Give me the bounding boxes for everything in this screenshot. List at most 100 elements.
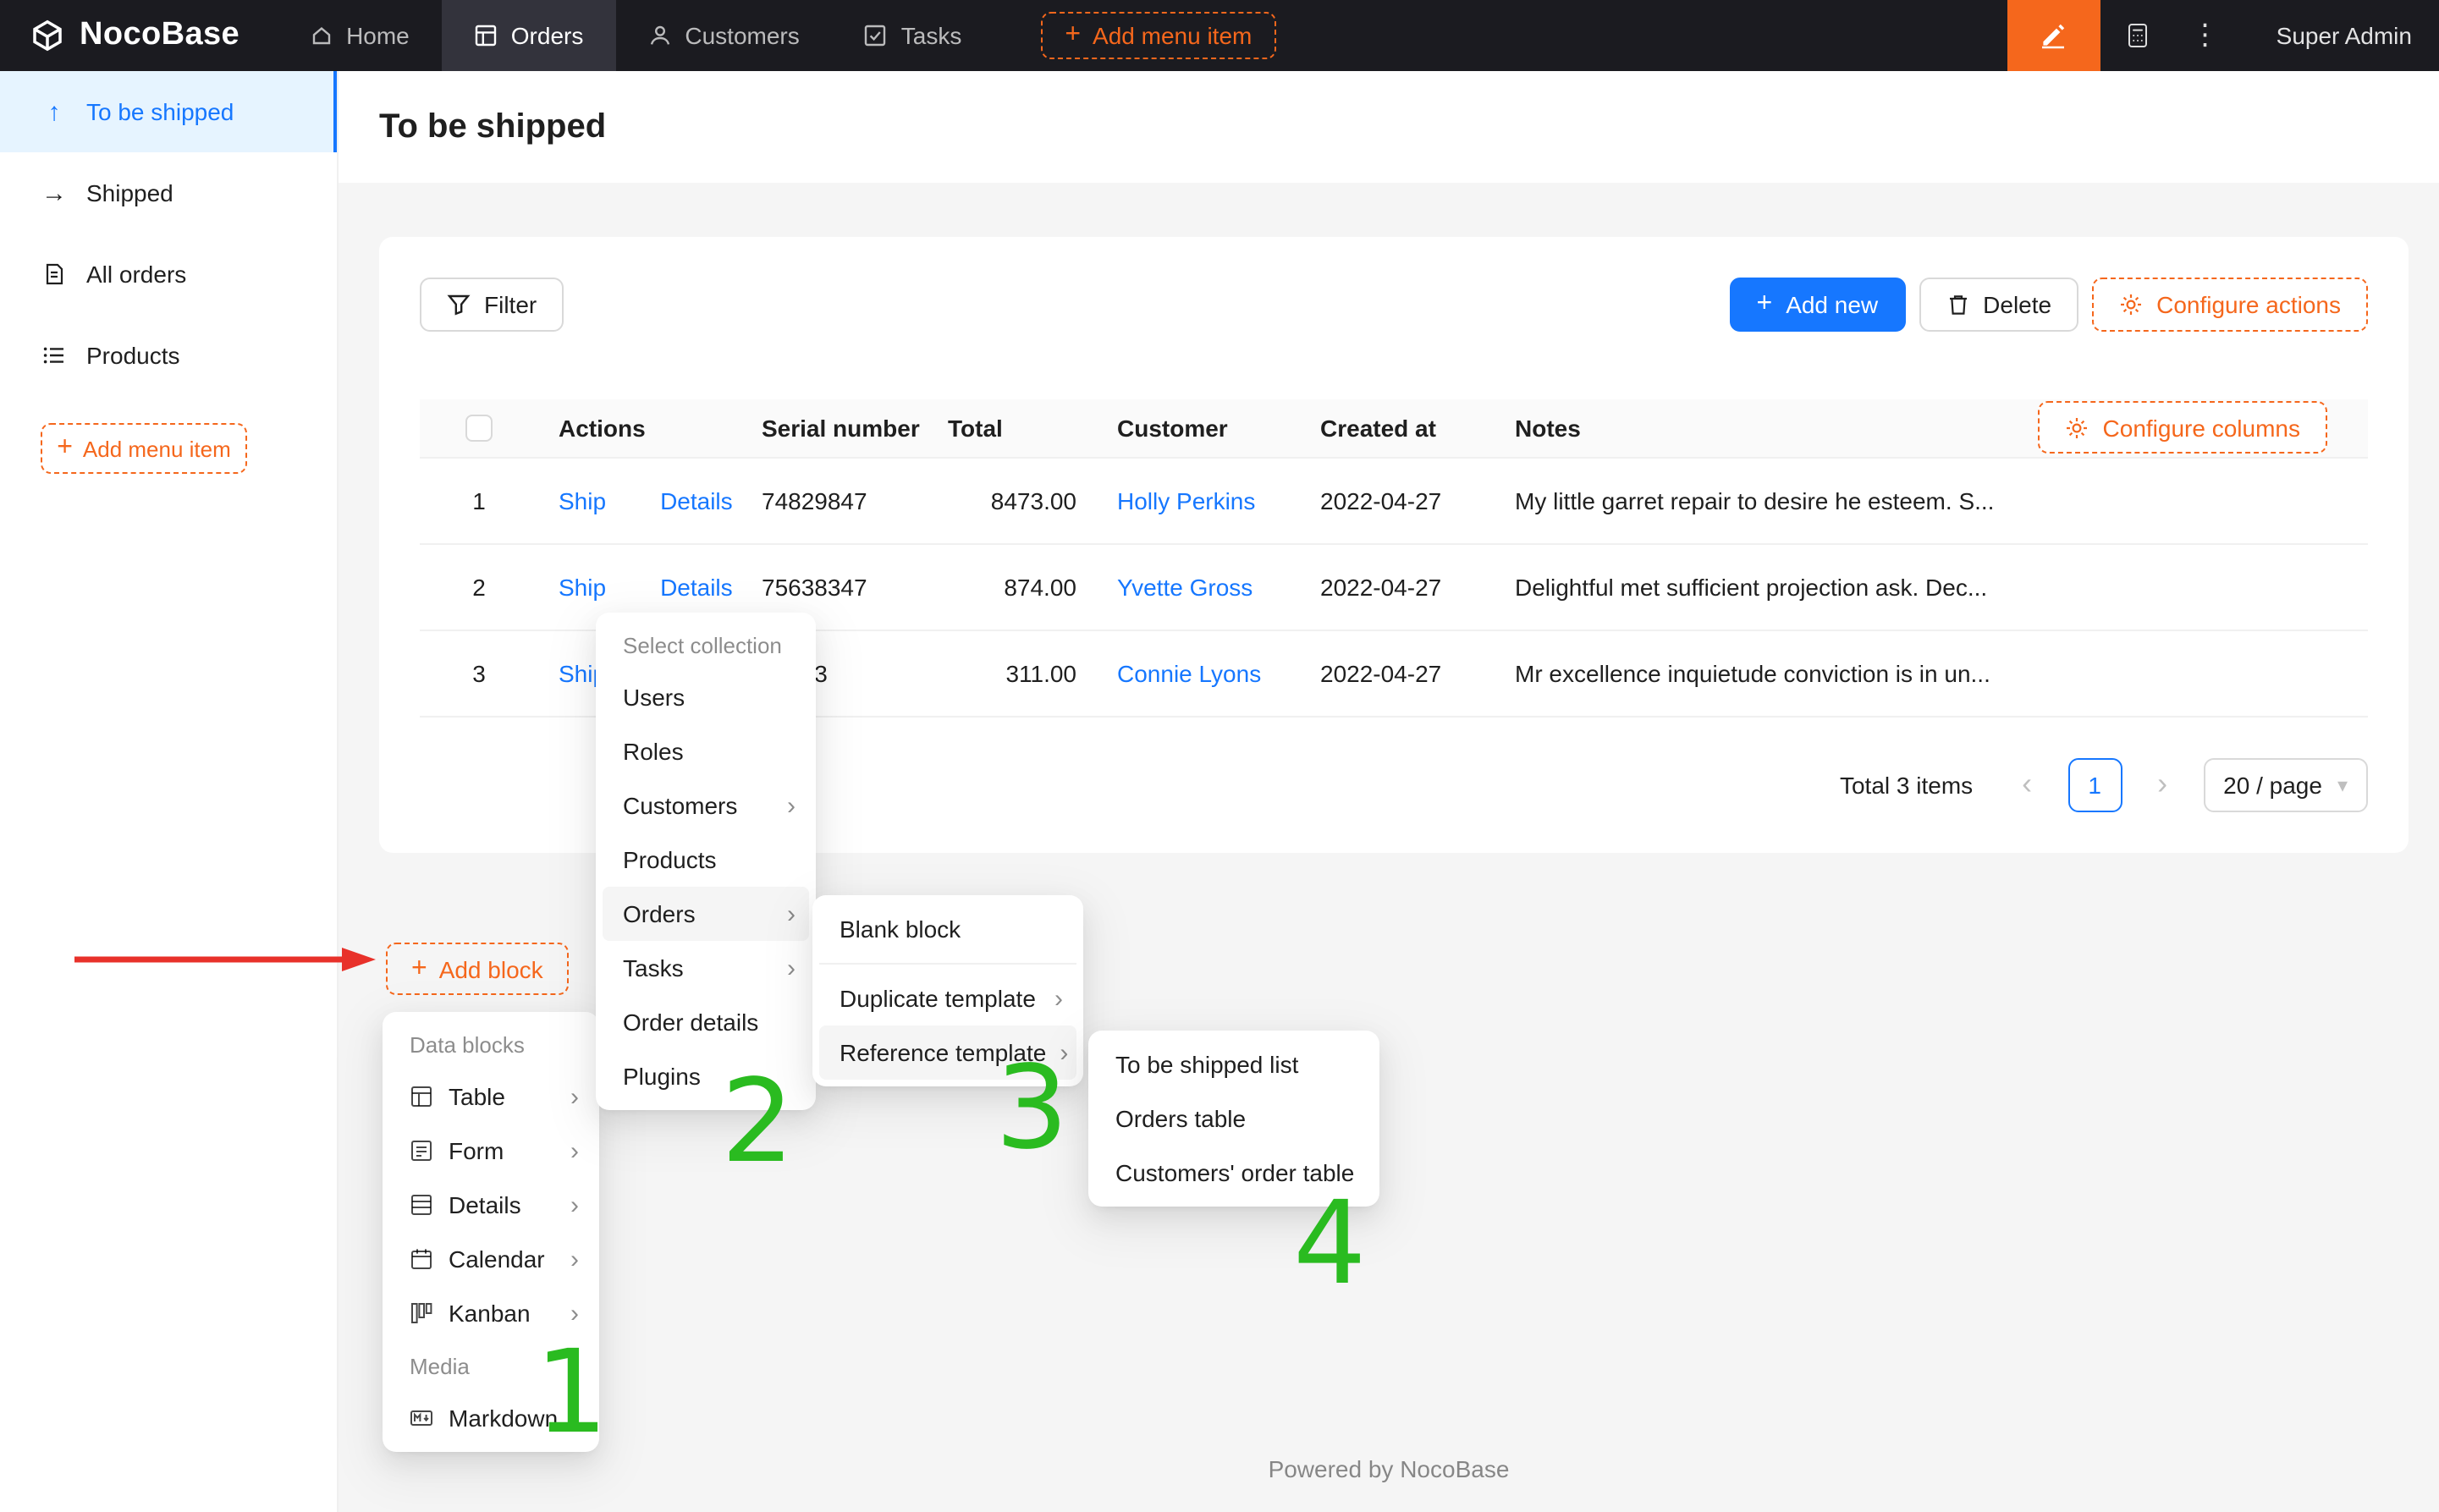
add-block-button[interactable]: + Add block [386, 943, 569, 995]
menu-item-label: Orders table [1115, 1105, 1359, 1132]
menu-item-label: Form [449, 1137, 557, 1164]
chevron-right-icon: › [570, 1138, 579, 1163]
menu-item-table[interactable]: Table › [389, 1069, 592, 1124]
customers-icon [647, 24, 671, 47]
customer-link[interactable]: Yvette Gross [1117, 573, 1253, 600]
sidebar-add-menu-item-button[interactable]: + Add menu item [41, 423, 247, 474]
form-block-icon [410, 1139, 435, 1163]
user-menu[interactable]: Super Admin [2236, 22, 2439, 49]
file-icon [41, 262, 68, 286]
page-header: To be shipped [339, 71, 2439, 183]
annotation-step-3: 3 [995, 1053, 1069, 1168]
menu-item-products[interactable]: Products [603, 833, 809, 887]
sidebar-item-label: Products [86, 342, 180, 369]
add-new-label: Add new [1786, 291, 1878, 318]
menu-item-order-details[interactable]: Order details [603, 995, 809, 1049]
orders-icon [474, 24, 498, 47]
menu-item-calendar[interactable]: Calendar › [389, 1232, 592, 1286]
filter-button[interactable]: Filter [420, 278, 564, 332]
nav-item-tasks[interactable]: Tasks [832, 0, 994, 71]
menu-item-orders[interactable]: Orders › [603, 887, 809, 941]
menu-item-label: Blank block [840, 915, 1063, 943]
caret-down-icon: ▾ [2337, 772, 2348, 796]
menu-item-orders-table[interactable]: Orders table [1095, 1091, 1373, 1146]
menu-item-form[interactable]: Form › [389, 1124, 592, 1178]
topnav-add-menu-item-label: Add menu item [1093, 22, 1252, 49]
menu-item-details[interactable]: Details › [389, 1178, 592, 1232]
page-1-button[interactable]: 1 [2067, 757, 2122, 811]
menu-item-blank-block[interactable]: Blank block [819, 902, 1076, 956]
menu-item-label: Table [449, 1083, 557, 1110]
calendar-block-icon [410, 1247, 435, 1271]
gear-icon [2066, 415, 2089, 439]
sidebar-item-products[interactable]: Products [0, 315, 337, 396]
highlighter-icon [2039, 20, 2069, 51]
next-page-button[interactable]: › [2135, 757, 2189, 811]
more-menu-button[interactable]: ⋮ [2175, 0, 2236, 71]
customer-cell: Yvette Gross [1097, 543, 1300, 630]
ship-link[interactable]: Ship [559, 487, 606, 514]
nav-item-home[interactable]: Home [277, 0, 442, 71]
kanban-block-icon [410, 1301, 435, 1325]
sidebar-item-to-be-shipped[interactable]: ↑ To be shipped [0, 71, 337, 152]
topnav-add-menu-item-button[interactable]: + Add menu item [1041, 12, 1275, 59]
configure-columns-button[interactable]: Configure columns [2039, 401, 2327, 454]
right-arrow-icon: → [41, 179, 68, 207]
row-actions: Ship Details [538, 457, 741, 543]
toolbar-right: + Add new Delete [1730, 278, 2369, 332]
ship-link[interactable]: Ship [559, 573, 606, 600]
menu-item-customers[interactable]: Customers › [603, 778, 809, 833]
topnav: NocoBase Home Orders Customers Tasks [0, 0, 2439, 71]
nav-item-customers[interactable]: Customers [615, 0, 831, 71]
annotation-step-4: 4 [1293, 1188, 1367, 1303]
col-serial-number: Serial number [741, 399, 928, 457]
sidebar-item-all-orders[interactable]: All orders [0, 234, 337, 315]
calculator-button[interactable] [2100, 0, 2175, 71]
customer-cell: Connie Lyons [1097, 630, 1300, 716]
nav-item-orders[interactable]: Orders [442, 0, 616, 71]
sidebar-item-label: To be shipped [86, 98, 234, 125]
chevron-right-icon: › [570, 1246, 579, 1272]
created-at-cell: 2022-04-27 [1300, 457, 1495, 543]
sidebar-add-menu-item-label: Add menu item [83, 436, 231, 461]
ui-editor-button[interactable] [2007, 0, 2100, 71]
total-cell: 311.00 [928, 630, 1097, 716]
chevron-right-icon: › [2157, 767, 2167, 802]
col-customer: Customer [1097, 399, 1300, 457]
customer-link[interactable]: Holly Perkins [1117, 487, 1255, 514]
select-all-checkbox[interactable] [465, 415, 493, 443]
page-title: To be shipped [379, 107, 606, 146]
add-new-button[interactable]: + Add new [1730, 278, 1906, 332]
configure-actions-button[interactable]: Configure actions [2092, 278, 2368, 332]
nav-item-label: Customers [685, 22, 799, 49]
pagination-total: Total 3 items [1840, 771, 1973, 798]
plus-icon: + [411, 955, 427, 982]
menu-item-to-be-shipped-list[interactable]: To be shipped list [1095, 1037, 1373, 1091]
details-link[interactable]: Details [660, 487, 733, 514]
menu-item-tasks[interactable]: Tasks › [603, 941, 809, 995]
menu-item-users[interactable]: Users [603, 670, 809, 724]
details-link[interactable]: Details [660, 573, 733, 600]
menu-item-label: Products [623, 846, 796, 873]
delete-button[interactable]: Delete [1919, 278, 2078, 332]
row-index: 1 [420, 457, 538, 543]
menu-item-label: Orders [623, 900, 774, 927]
customer-link[interactable]: Connie Lyons [1117, 659, 1261, 686]
menu-item-roles[interactable]: Roles [603, 724, 809, 778]
configure-columns-label: Configure columns [2103, 414, 2300, 441]
powered-by: Powered by NocoBase [339, 1455, 2439, 1482]
home-icon [309, 24, 333, 47]
menu-item-label: Order details [623, 1009, 796, 1036]
prev-page-button[interactable]: ‹ [2000, 757, 2054, 811]
select-all-header [420, 399, 538, 457]
chevron-left-icon: ‹ [2022, 767, 2032, 802]
menu-item-label: To be shipped list [1115, 1051, 1359, 1078]
menu-item-duplicate-template[interactable]: Duplicate template › [819, 971, 1076, 1025]
menu-group-label: Data blocks [389, 1019, 592, 1069]
sidebar-item-shipped[interactable]: → Shipped [0, 152, 337, 234]
page-size-select[interactable]: 20 / page ▾ [2203, 757, 2368, 811]
kebab-icon: ⋮ [2191, 19, 2220, 52]
delete-label: Delete [1983, 291, 2051, 318]
nocobase-logo[interactable]: NocoBase [0, 17, 277, 54]
sidebar-item-label: All orders [86, 261, 186, 288]
